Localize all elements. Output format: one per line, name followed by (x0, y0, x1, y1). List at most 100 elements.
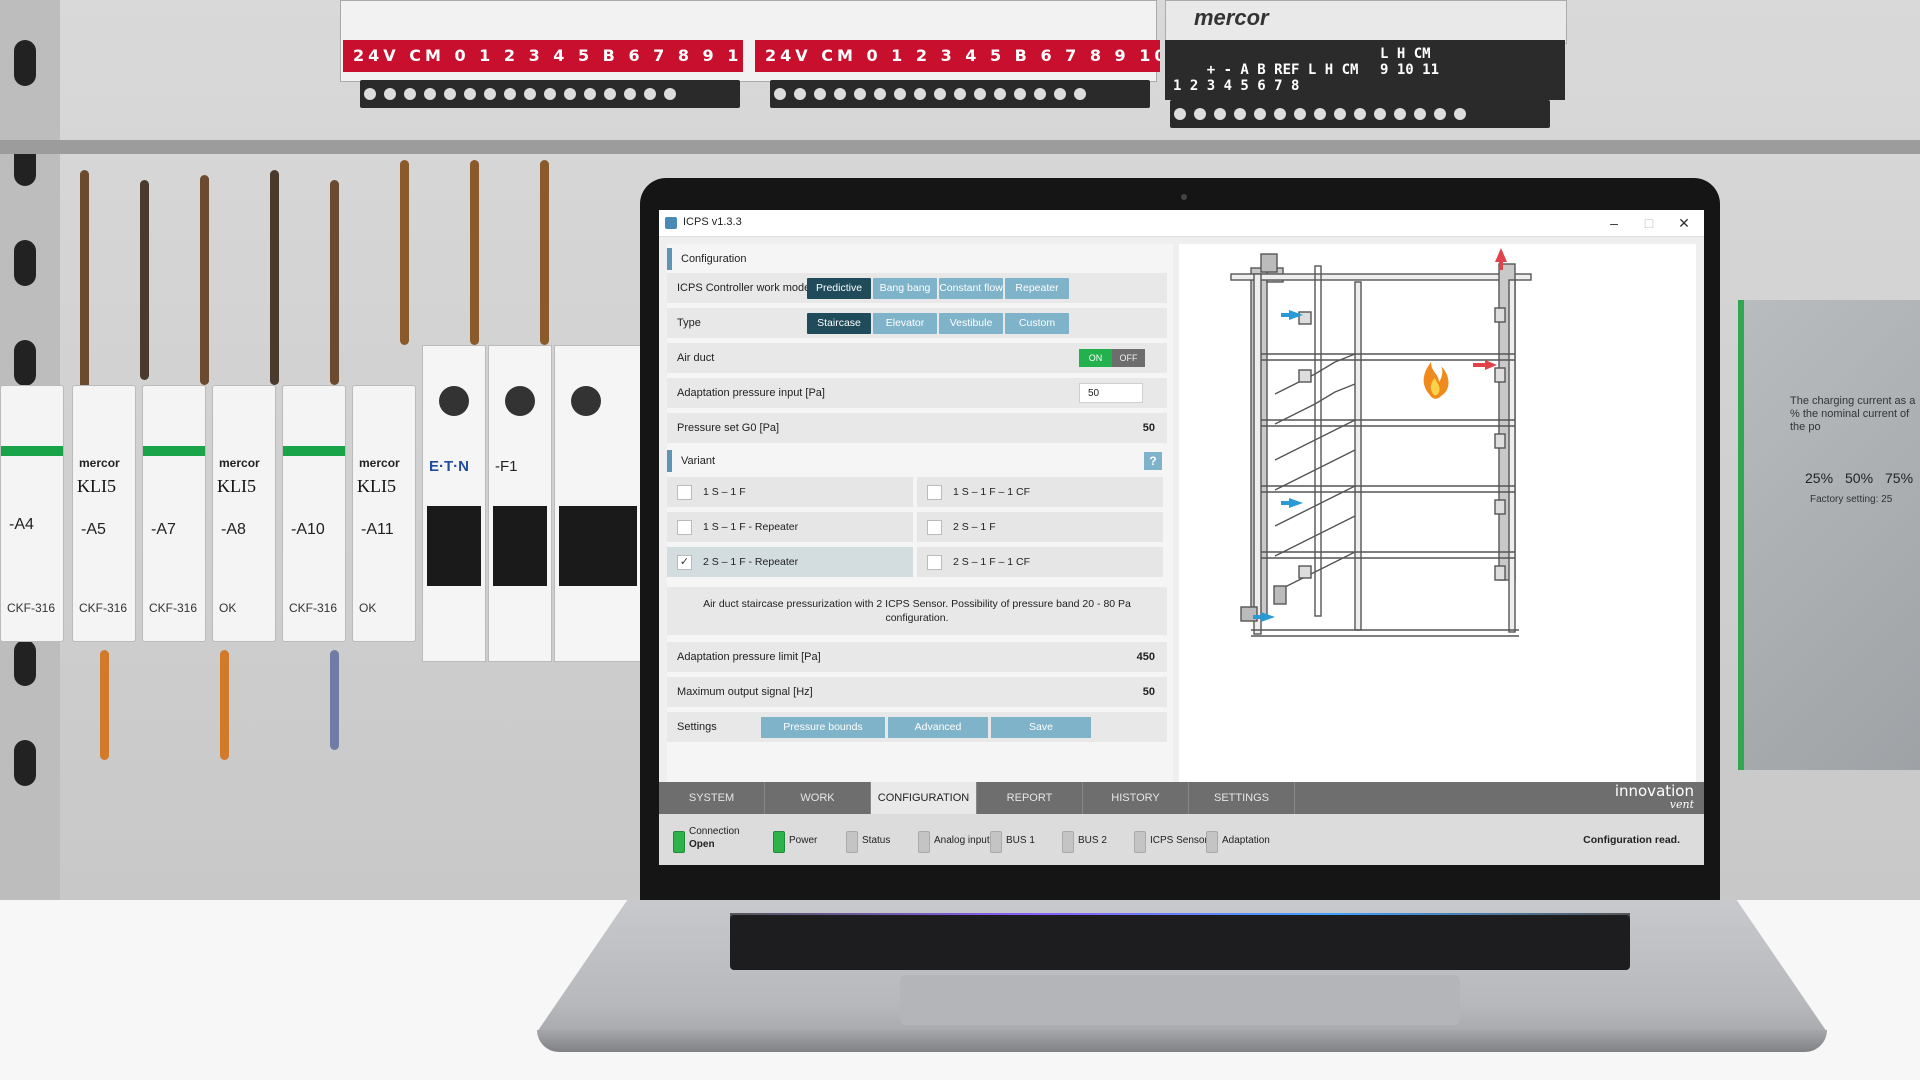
work-mode-predictive[interactable]: Predictive (807, 278, 871, 299)
type-vestibule[interactable]: Vestibule (939, 313, 1003, 334)
work-mode-bang-bang[interactable]: Bang bang (873, 278, 937, 299)
scene: 24V CM 0 1 2 3 4 5 B 6 7 8 9 10 11 20 21… (0, 0, 1920, 1080)
breaker-id: -F1 (495, 458, 518, 475)
variant-option[interactable]: 2 S – 1 F – 1 CF (917, 547, 1163, 577)
minimize-button[interactable]: – (1599, 212, 1629, 234)
connection-label: Connection (689, 826, 740, 837)
relay-model: KLI5 (77, 476, 116, 496)
psu-factory-setting: Factory setting: 25 (1810, 494, 1893, 505)
rail-slot (14, 640, 36, 686)
variant-label: 2 S – 1 F – 1 CF (953, 556, 1031, 568)
max-output-label: Maximum output signal [Hz] (677, 686, 813, 698)
pressure-bounds-button[interactable]: Pressure bounds (761, 717, 885, 738)
io-module-right-strip: 24V CM 0 1 2 3 4 5 B 6 7 8 9 10 11 20 21… (755, 40, 1160, 72)
adaptation-limit-value: 450 (1136, 651, 1155, 663)
flame-icon (1423, 362, 1449, 399)
rail-slot (14, 240, 36, 286)
icps-sensor-label: ICPS Sensor (1150, 835, 1208, 846)
type-elevator[interactable]: Elevator (873, 313, 937, 334)
relay-id: -A4 (9, 516, 34, 533)
save-button[interactable]: Save (991, 717, 1091, 738)
close-button[interactable]: ✕ (1669, 212, 1699, 234)
type-staircase[interactable]: Staircase (807, 313, 871, 334)
toggle-off: OFF (1119, 353, 1138, 363)
variant-checkbox[interactable] (677, 485, 692, 500)
breaker-switch (493, 506, 547, 586)
breaker-switch (559, 506, 637, 586)
terminal-row (770, 80, 1150, 108)
terminal-labels-left: + - A B REF L H CM 1 2 3 4 5 6 7 8 (1173, 62, 1359, 94)
wire (330, 650, 339, 750)
relay-module: -A7 CKF-316 (142, 385, 206, 642)
air-duct-row: Air duct ON OFF (667, 343, 1167, 373)
power-label: Power (789, 835, 818, 846)
door-icon (1494, 565, 1506, 581)
air-duct-toggle[interactable]: ON OFF (1079, 349, 1145, 367)
variant-option[interactable]: 1 S – 1 F - Repeater (667, 512, 913, 542)
tab-report[interactable]: REPORT (977, 782, 1083, 814)
circuit-breaker: -F1 (488, 345, 552, 662)
relay-label: CKF-316 (79, 601, 128, 615)
pressure-set-value: 50 (1142, 422, 1155, 434)
variant-checkbox[interactable] (927, 520, 942, 535)
variant-checkbox-checked[interactable]: ✓ (677, 555, 692, 570)
relay-id: -A8 (221, 521, 246, 538)
relay-module: mercor KLI5 -A8 OK (212, 385, 276, 642)
work-mode-label: ICPS Controller work mode (677, 282, 811, 294)
relay-id: -A11 (361, 521, 394, 538)
tab-bar: SYSTEM WORK CONFIGURATION REPORT HISTORY… (659, 782, 1704, 814)
section-accent (667, 248, 672, 270)
relay-brand: mercor (359, 456, 400, 470)
top-fan-icon (1260, 253, 1278, 273)
breaker-switch (427, 506, 481, 586)
relay-brand: mercor (79, 456, 120, 470)
adaptation-limit-row: Adaptation pressure limit [Pa] 450 (667, 642, 1167, 672)
system-diagram (1179, 244, 1696, 782)
variant-option-selected[interactable]: ✓ 2 S – 1 F - Repeater (667, 547, 913, 577)
bus1-led (990, 831, 1002, 853)
terminal-row (1170, 100, 1550, 128)
tab-history[interactable]: HISTORY (1083, 782, 1189, 814)
advanced-button[interactable]: Advanced (888, 717, 988, 738)
variant-option[interactable]: 2 S – 1 F (917, 512, 1163, 542)
maximize-button[interactable]: □ (1634, 212, 1664, 234)
analog-input-label: Analog input (934, 835, 990, 846)
adaptation-input-field[interactable]: 50 (1079, 383, 1143, 403)
help-button[interactable]: ? (1144, 452, 1162, 470)
type-custom[interactable]: Custom (1005, 313, 1069, 334)
variant-option[interactable]: 1 S – 1 F – 1 CF (917, 477, 1163, 507)
relay-label: CKF-316 (7, 601, 56, 615)
relay-id: -A7 (151, 521, 176, 538)
variant-option[interactable]: 1 S – 1 F (667, 477, 913, 507)
door-icon (1494, 499, 1506, 515)
psu-label: The charging current as a % the nominal … (1790, 395, 1916, 433)
analog-input-led (918, 831, 930, 853)
tab-settings[interactable]: SETTINGS (1189, 782, 1295, 814)
title-bar: ICPS v1.3.3 – □ ✕ (659, 210, 1704, 237)
tab-system[interactable]: SYSTEM (659, 782, 765, 814)
tab-work[interactable]: WORK (765, 782, 871, 814)
control-line (1314, 265, 1322, 617)
door-icon (1494, 307, 1506, 323)
variant-checkbox[interactable] (927, 555, 942, 570)
outer-wall (1508, 279, 1516, 633)
wire (540, 160, 549, 345)
relay-module-left: -A4 CKF-316 (0, 385, 64, 642)
damper-icon (1298, 311, 1312, 325)
circuit-breaker: E·T·N (422, 345, 486, 662)
connection-led (673, 831, 685, 853)
work-mode-constant-flow[interactable]: Constant flow (939, 278, 1003, 299)
power-supply-unit (1738, 300, 1920, 770)
wire (330, 180, 339, 385)
wire (100, 650, 109, 760)
tab-configuration[interactable]: CONFIGURATION (871, 782, 977, 814)
variant-checkbox[interactable] (927, 485, 942, 500)
work-mode-repeater[interactable]: Repeater (1005, 278, 1069, 299)
psu-percent: 75% (1885, 470, 1914, 486)
air-duct-label: Air duct (677, 352, 715, 364)
adaptation-input-row: Adaptation pressure input [Pa] 50 (667, 378, 1167, 408)
variant-checkbox[interactable] (677, 520, 692, 535)
configuration-section-label: Configuration (681, 253, 747, 265)
bus2-label: BUS 2 (1078, 835, 1107, 846)
configuration-section-header: Configuration (667, 248, 1167, 270)
